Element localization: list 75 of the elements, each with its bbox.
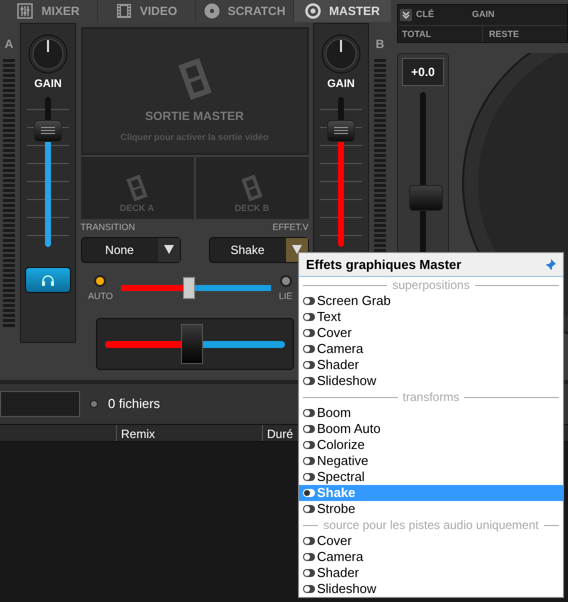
toggle-icon [303, 313, 315, 321]
toggle-icon [303, 585, 315, 593]
crossfader-handle[interactable] [182, 277, 195, 299]
auto-label: AUTO [88, 290, 113, 303]
effect-item[interactable]: Screen Grab [299, 293, 563, 309]
effect-item[interactable]: Cover [299, 325, 563, 341]
effect-item[interactable]: Shader [299, 357, 563, 373]
section-heading: source pour les pistes audio uniquement [323, 517, 539, 534]
effect-item[interactable]: Cover [299, 533, 563, 549]
effect-item[interactable]: Shader [299, 565, 563, 581]
toggle-icon [303, 553, 315, 561]
effect-item[interactable]: Spectral [299, 469, 563, 485]
toggle-icon [303, 377, 315, 385]
caret-icon [164, 245, 174, 254]
target-icon [305, 3, 322, 19]
toggle-icon [303, 457, 315, 465]
toggle-icon [303, 345, 315, 353]
pitch-handle[interactable] [409, 185, 443, 212]
disc-icon [204, 3, 220, 19]
effect-item[interactable]: Text [299, 309, 563, 325]
dropdown[interactable]: None [80, 236, 180, 262]
gain-label: GAIN [472, 8, 494, 22]
total-label: TOTAL [398, 26, 483, 42]
toggle-icon [303, 425, 315, 433]
video-title: SORTIE MASTER [145, 108, 244, 125]
gain-label: GAIN [34, 77, 62, 92]
section-heading: transforms [402, 389, 460, 406]
toggle-icon [303, 473, 315, 481]
key-label: CLÉ [416, 8, 435, 22]
toggle-icon [303, 361, 315, 369]
remaining-label: RESTE [488, 28, 520, 41]
toggle-icon [303, 537, 315, 545]
column-header[interactable]: Remix [117, 425, 263, 441]
film-icon [116, 3, 132, 19]
crossfader-handle[interactable] [180, 324, 203, 364]
popup-title: Effets graphiques Master [306, 256, 462, 274]
link-led[interactable] [280, 275, 292, 287]
tab[interactable]: SCRATCH [196, 0, 293, 22]
deck-letter: A [4, 36, 14, 53]
pin-icon[interactable] [544, 258, 556, 270]
deck-letter: B [376, 36, 384, 53]
effect-item[interactable]: Camera [299, 341, 563, 357]
auto-led[interactable] [94, 275, 106, 287]
effect-item[interactable]: Slideshow [299, 373, 563, 389]
tab[interactable]: VIDEO [98, 0, 195, 22]
search-field[interactable] [0, 391, 80, 417]
effect-item[interactable]: Camera [299, 549, 563, 565]
effect-item[interactable]: Negative [299, 453, 563, 469]
effect-item[interactable]: Boom [299, 405, 563, 421]
file-count: 0 fichiers [108, 395, 160, 414]
pitch-value: +0.0 [402, 58, 444, 86]
fader-handle[interactable] [327, 120, 355, 142]
sliders-icon [17, 3, 34, 19]
toggle-icon [303, 329, 315, 337]
toggle-icon [303, 441, 315, 449]
transition-label: TRANSITION [80, 221, 136, 234]
toggle-icon [303, 505, 315, 513]
toggle-icon [303, 297, 315, 305]
toggle-icon [303, 409, 315, 417]
effect-item[interactable]: Slideshow [299, 581, 563, 597]
chevron-down-icon[interactable] [400, 9, 412, 21]
tab[interactable]: MIXER [0, 0, 97, 22]
tab[interactable]: MASTER [294, 0, 391, 22]
fader-handle[interactable] [34, 120, 62, 142]
headphones-button[interactable] [25, 266, 71, 292]
toggle-icon [303, 569, 315, 577]
effect-item[interactable]: Strobe [299, 501, 563, 517]
section-heading: superpositions [392, 277, 470, 294]
effect-label: EFFET.V [272, 221, 308, 234]
caret-icon [292, 245, 302, 254]
link-label: LIE [278, 290, 292, 303]
toggle-icon [303, 489, 315, 497]
headphones-icon [41, 274, 55, 286]
gain-label: GAIN [327, 77, 355, 92]
status-led [90, 400, 98, 408]
